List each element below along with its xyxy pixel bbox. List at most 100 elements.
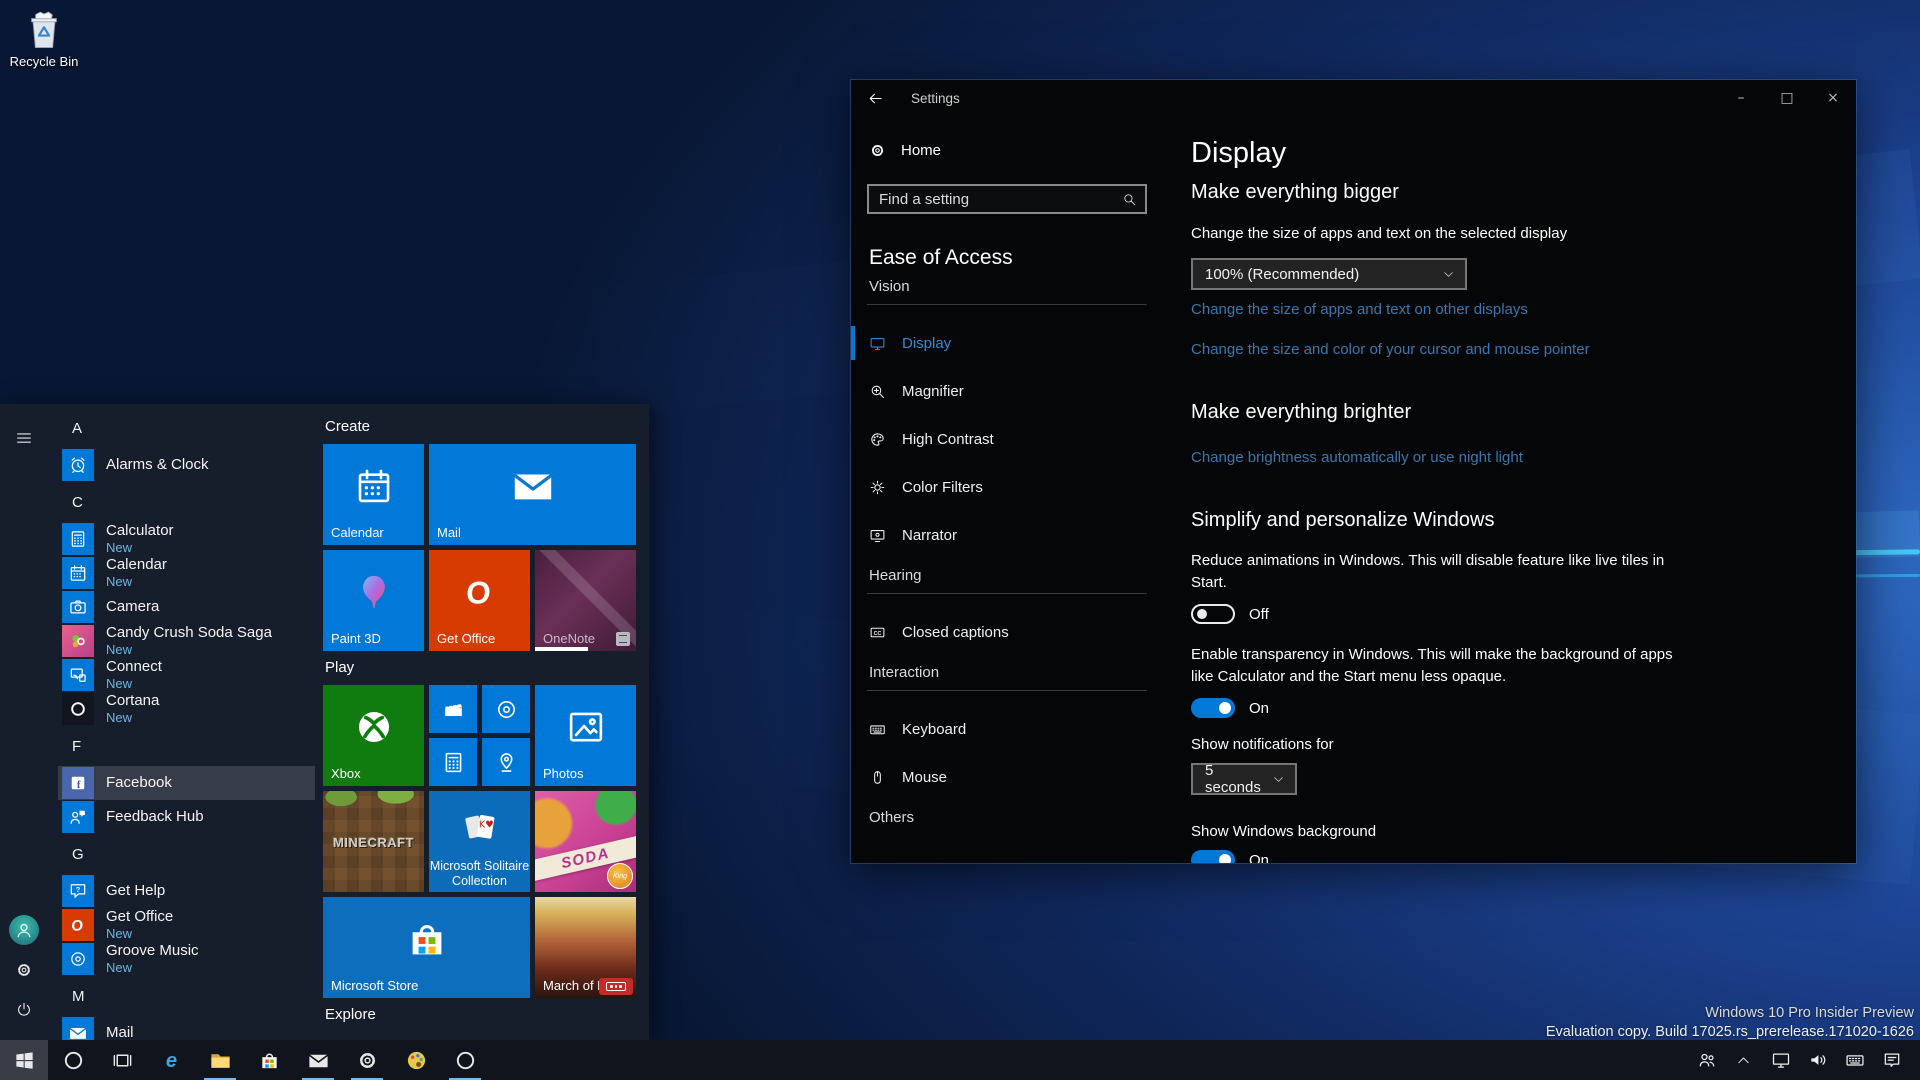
- menu-button[interactable]: [0, 418, 48, 458]
- minimize-button[interactable]: –: [1718, 80, 1764, 116]
- nav-divider: [867, 593, 1147, 594]
- nav-item-color-filters[interactable]: Color Filters: [851, 463, 1163, 511]
- app-list-header-c[interactable]: C: [58, 482, 315, 522]
- app-icon-tile: [62, 625, 94, 657]
- touch-keyboard-button[interactable]: [1836, 1040, 1873, 1080]
- cortana-icon: [62, 1049, 85, 1072]
- app-new-badge: New: [106, 961, 199, 975]
- recycle-bin-desktop-icon[interactable]: Recycle Bin: [8, 8, 80, 69]
- tile-calendar[interactable]: Calendar: [323, 444, 424, 545]
- settings-search-box[interactable]: [867, 184, 1147, 214]
- app-calendar[interactable]: CalendarNew: [58, 556, 315, 590]
- action-center-button[interactable]: [1873, 1040, 1910, 1080]
- taskbar-start-button[interactable]: [0, 1040, 48, 1080]
- app-mail[interactable]: Mail: [58, 1016, 315, 1040]
- page-title: Display: [1191, 136, 1856, 170]
- svg-text:?: ?: [76, 885, 81, 894]
- tile-maps[interactable]: [482, 738, 530, 786]
- nav-item-high-contrast[interactable]: High Contrast: [851, 415, 1163, 463]
- reduce-animations-toggle[interactable]: [1191, 604, 1235, 624]
- app-alarms-clock[interactable]: Alarms & Clock: [58, 448, 315, 482]
- tile-label: Get Office: [437, 631, 495, 646]
- taskbar-file-explorer-button[interactable]: [196, 1040, 244, 1080]
- tile-photos[interactable]: Photos: [535, 685, 636, 786]
- scale-dropdown[interactable]: 100% (Recommended): [1191, 258, 1467, 290]
- tile-movies-tv[interactable]: [429, 685, 477, 733]
- system-tray: [1688, 1040, 1920, 1080]
- notifications-dropdown[interactable]: 5 seconds: [1191, 763, 1297, 795]
- nav-item-display[interactable]: Display: [851, 319, 1163, 367]
- search-input[interactable]: [879, 191, 1122, 208]
- background-toggle[interactable]: [1191, 850, 1235, 863]
- nav-item-label: Magnifier: [902, 383, 964, 400]
- app-text: Candy Crush Soda SagaNew: [106, 625, 272, 656]
- taskbar-paint-palette-button[interactable]: [392, 1040, 440, 1080]
- hidden-icons-button[interactable]: [1725, 1040, 1762, 1080]
- app-icon-tile: [62, 659, 94, 691]
- link-cursor-pointer[interactable]: Change the size and color of your cursor…: [1191, 340, 1856, 360]
- app-camera[interactable]: Camera: [58, 590, 315, 624]
- app-candy-crush-soda-saga[interactable]: Candy Crush Soda SagaNew: [58, 624, 315, 658]
- back-button[interactable]: [851, 80, 899, 116]
- taskbar-app-ring-button[interactable]: [441, 1040, 489, 1080]
- tile-paint-3d[interactable]: Paint 3D: [323, 550, 424, 651]
- tile-onenote[interactable]: OneNote: [535, 550, 636, 651]
- tile-icon-wrap: [482, 738, 530, 786]
- app-calculator[interactable]: CalculatorNew: [58, 522, 315, 556]
- tile-minecraft[interactable]: MINECRAFT: [323, 791, 424, 892]
- app-feedback-hub[interactable]: Feedback Hub: [58, 800, 315, 834]
- user-avatar-button[interactable]: [0, 910, 48, 950]
- link-night-light[interactable]: Change brightness automatically or use n…: [1191, 448, 1856, 468]
- tile-mail[interactable]: Mail: [429, 444, 636, 545]
- app-list-header-g[interactable]: G: [58, 834, 315, 874]
- taskbar-task-view-button[interactable]: [98, 1040, 146, 1080]
- tile-group-label-create: Create: [325, 418, 643, 438]
- settings-button[interactable]: [0, 950, 48, 990]
- taskbar-store-button[interactable]: [245, 1040, 293, 1080]
- tile-calculator[interactable]: [429, 738, 477, 786]
- nav-item-magnifier[interactable]: Magnifier: [851, 367, 1163, 415]
- power-button[interactable]: [0, 990, 48, 1030]
- store-icon: [258, 1049, 281, 1072]
- app-connect[interactable]: ConnectNew: [58, 658, 315, 692]
- tile-candy-crush-soda-saga[interactable]: SODAKing: [535, 791, 636, 892]
- app-facebook[interactable]: fFacebook: [58, 766, 315, 800]
- tile-icon-wrap: [429, 738, 477, 786]
- network-button[interactable]: [1762, 1040, 1799, 1080]
- link-other-displays[interactable]: Change the size of apps and text on othe…: [1191, 300, 1856, 320]
- app-get-help[interactable]: ?Get Help: [58, 874, 315, 908]
- candy-crush-soda-saga-icon: [68, 631, 88, 651]
- nav-item-narrator[interactable]: Narrator: [851, 511, 1163, 559]
- tile-microsoft-solitaire-collection[interactable]: K♥Microsoft Solitaire Collection: [429, 791, 530, 892]
- close-button[interactable]: ×: [1810, 80, 1856, 116]
- tile-groove-music[interactable]: [482, 685, 530, 733]
- calculator-icon: [441, 750, 466, 775]
- maximize-button[interactable]: □: [1764, 80, 1810, 116]
- tile-xbox[interactable]: Xbox: [323, 685, 424, 786]
- volume-button[interactable]: [1799, 1040, 1836, 1080]
- tile-microsoft-store[interactable]: Microsoft Store: [323, 897, 530, 998]
- app-cortana[interactable]: CortanaNew: [58, 692, 315, 726]
- taskbar-edge-button[interactable]: e: [147, 1040, 195, 1080]
- nav-items: KeyboardMouse: [851, 705, 1163, 801]
- tile-get-office[interactable]: OGet Office: [429, 550, 530, 651]
- nav-item-keyboard[interactable]: Keyboard: [851, 705, 1163, 753]
- svg-text:f: f: [77, 779, 81, 791]
- taskbar-mail-button[interactable]: [294, 1040, 342, 1080]
- taskbar-cortana-button[interactable]: [49, 1040, 97, 1080]
- app-get-office[interactable]: OGet OfficeNew: [58, 908, 315, 942]
- app-text: CalendarNew: [106, 557, 167, 588]
- tile-march-of-empires[interactable]: March of Em: [535, 897, 636, 998]
- people-button[interactable]: [1688, 1040, 1725, 1080]
- taskbar-settings-button[interactable]: [343, 1040, 391, 1080]
- app-list-header-a[interactable]: A: [58, 408, 315, 448]
- display-icon: [869, 335, 886, 352]
- app-text: Alarms & Clock: [106, 457, 209, 473]
- nav-item-closed-captions[interactable]: CCClosed captions: [851, 608, 1163, 656]
- nav-item-home[interactable]: Home: [851, 130, 1163, 170]
- app-list-header-m[interactable]: M: [58, 976, 315, 1016]
- transparency-toggle[interactable]: [1191, 698, 1235, 718]
- app-groove-music[interactable]: Groove MusicNew: [58, 942, 315, 976]
- nav-item-mouse[interactable]: Mouse: [851, 753, 1163, 801]
- app-list-header-f[interactable]: F: [58, 726, 315, 766]
